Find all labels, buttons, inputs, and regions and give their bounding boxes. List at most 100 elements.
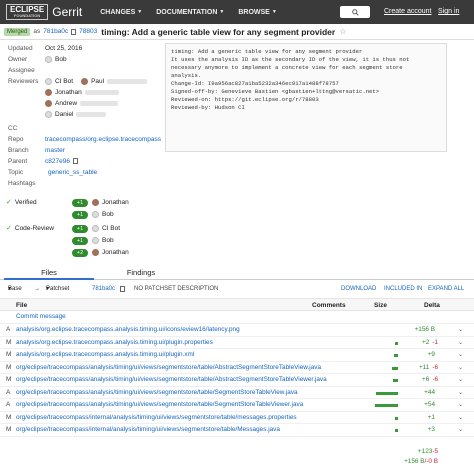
create-account-link[interactable]: Create account <box>384 8 431 15</box>
file-row[interactable]: Manalysis/org.eclipse.tracecompass.analy… <box>0 337 474 350</box>
reviewer-name[interactable]: Jonathan <box>55 89 82 96</box>
reviewed-on-line[interactable]: Reviewed-on: https://git.eclipse.org/r/7… <box>171 96 441 104</box>
branch-label: Branch <box>8 147 29 154</box>
file-row[interactable]: Morg/eclipse/tracecompass/analysis/timin… <box>0 374 474 387</box>
voter-name[interactable]: Bob <box>102 211 114 218</box>
reviewer-name[interactable]: Andrew <box>55 100 77 107</box>
reviewer-name[interactable]: Daniel <box>55 111 73 118</box>
delta-value: +1 <box>400 412 438 425</box>
voter-name[interactable]: Jonathan <box>102 199 129 206</box>
file-path-link[interactable]: analysis/org.eclipse.tracecompass.analys… <box>16 349 194 362</box>
eclipse-logo[interactable]: ECLIPSE FOUNDATION Gerrit <box>6 0 82 24</box>
chevron-down-icon[interactable]: ⌄ <box>458 374 463 387</box>
arrow-right-icon: → <box>34 286 40 292</box>
total-lines-added: +123 <box>417 448 433 455</box>
commit-message-link[interactable]: Commit message <box>16 311 66 324</box>
voter-name[interactable]: CI Bot <box>102 225 120 232</box>
file-table-header: File Comments Size Delta <box>0 298 474 311</box>
chevron-down-icon[interactable]: ⌄ <box>458 324 463 337</box>
expand-all-button[interactable]: EXPAND ALL <box>428 282 464 296</box>
file-path-link[interactable]: analysis/org.eclipse.tracecompass.analys… <box>16 324 240 337</box>
avatar <box>81 77 89 85</box>
file-row[interactable]: Morg/eclipse/tracecompass/internal/analy… <box>0 412 474 425</box>
copy-icon[interactable] <box>120 286 125 292</box>
change-number-link[interactable]: 78803 <box>79 28 97 35</box>
assignee-label: Assignee <box>8 67 35 74</box>
size-bar <box>392 379 398 382</box>
topic-link[interactable]: generic_ss_table <box>48 168 97 178</box>
check-icon: ✓ <box>6 199 12 206</box>
patchset-commit-link[interactable]: 781ba0c <box>92 282 115 296</box>
caret-down-icon: ▼ <box>137 9 143 15</box>
voter-name[interactable]: Bob <box>102 237 114 244</box>
file-row[interactable]: Morg/eclipse/tracecompass/analysis/timin… <box>0 362 474 375</box>
copy-icon[interactable] <box>71 28 77 35</box>
size-bar <box>391 366 398 370</box>
commit-message-row[interactable]: Commit message <box>0 311 474 324</box>
chevron-down-icon[interactable]: ⌄ <box>458 387 463 400</box>
file-path-link[interactable]: org/eclipse/tracecompass/internal/analys… <box>16 424 280 437</box>
lines-deleted: -1 <box>432 338 438 346</box>
owner-label: Owner <box>8 56 28 63</box>
file-row[interactable]: Aanalysis/org.eclipse.tracecompass.analy… <box>0 324 474 337</box>
vote-badge: +1 <box>72 237 88 245</box>
change-id-line[interactable]: Change-Id: I9a956ac827a1ba5232a346ec917a… <box>171 80 441 88</box>
file-path-link[interactable]: org/eclipse/tracecompass/analysis/timing… <box>16 387 298 400</box>
tab-files[interactable]: Files <box>4 266 94 280</box>
avatar <box>45 99 52 107</box>
chevron-down-icon[interactable]: ⌄ <box>458 362 463 375</box>
file-path-link[interactable]: org/eclipse/tracecompass/analysis/timing… <box>16 374 327 387</box>
lines-added: +9 <box>427 351 435 358</box>
menu-changes[interactable]: CHANGES ▼ <box>100 9 142 16</box>
repo-label: Repo <box>8 136 24 143</box>
reviewer-name[interactable]: CI Bot <box>55 78 73 85</box>
vote-badge: +1 <box>72 199 88 207</box>
delta-value: +44 <box>400 387 438 400</box>
file-status: A <box>6 401 11 408</box>
included-in-button[interactable]: INCLUDED IN <box>384 282 422 296</box>
download-button[interactable]: DOWNLOAD <box>341 282 376 296</box>
file-row[interactable]: Morg/eclipse/tracecompass/internal/analy… <box>0 424 474 437</box>
file-path-link[interactable]: org/eclipse/tracecompass/analysis/timing… <box>16 399 303 412</box>
commit-line: It uses the analysis ID as the secondary… <box>171 56 410 63</box>
file-path-link[interactable]: analysis/org.eclipse.tracecompass.analys… <box>16 337 213 350</box>
size-bar <box>394 341 398 345</box>
owner-value[interactable]: Bob <box>55 56 67 63</box>
avatar <box>45 88 52 96</box>
menu-documentation[interactable]: DOCUMENTATION ▼ <box>156 9 224 16</box>
chevron-down-icon[interactable]: ⌄ <box>458 337 463 350</box>
repo-link[interactable]: tracecompass/org.eclipse.tracecompass <box>45 135 161 145</box>
logo-subtext: FOUNDATION <box>13 13 41 18</box>
file-status: M <box>6 426 12 433</box>
branch-link[interactable]: master <box>45 146 65 156</box>
star-icon[interactable]: ☆ <box>339 27 346 36</box>
file-path-link[interactable]: org/eclipse/tracecompass/analysis/timing… <box>16 362 321 375</box>
redacted-text <box>84 89 119 95</box>
chevron-down-icon[interactable]: ⌄ <box>458 412 463 425</box>
chevron-down-icon[interactable]: ⌄ <box>458 424 463 437</box>
tab-findings[interactable]: Findings <box>96 266 186 280</box>
file-row[interactable]: Aorg/eclipse/tracecompass/analysis/timin… <box>0 387 474 400</box>
search-button[interactable] <box>340 6 370 18</box>
avatar <box>45 55 52 63</box>
file-path-link[interactable]: org/eclipse/tracecompass/internal/analys… <box>16 412 297 425</box>
commit-link[interactable]: 781ba0c <box>43 28 68 35</box>
hashtags-label: Hashtags <box>8 180 36 187</box>
patchset-selector[interactable]: Patchset 7 ▾ <box>46 282 69 306</box>
file-row[interactable]: Aorg/eclipse/tracecompass/analysis/timin… <box>0 399 474 412</box>
status-badge: Merged <box>4 27 31 36</box>
total-bytes-deleted: /-0 B <box>424 458 439 465</box>
voter-name[interactable]: Jonathan <box>102 249 129 256</box>
sign-in-link[interactable]: Sign in <box>438 8 459 15</box>
copy-icon[interactable] <box>72 158 78 165</box>
chevron-down-icon[interactable]: ⌄ <box>458 349 463 362</box>
parent-link[interactable]: c827e96 <box>45 158 70 165</box>
vote-badge: +1 <box>72 225 88 233</box>
reviewer-name[interactable]: Paul <box>91 78 104 85</box>
lines-deleted: -6 <box>432 376 438 383</box>
base-selector[interactable]: Base ▾ <box>8 282 22 296</box>
file-row[interactable]: Manalysis/org.eclipse.tracecompass.analy… <box>0 349 474 362</box>
chevron-down-icon[interactable]: ⌄ <box>458 399 463 412</box>
menu-browse[interactable]: BROWSE ▼ <box>238 9 276 16</box>
lines-added: +6 <box>422 376 430 383</box>
